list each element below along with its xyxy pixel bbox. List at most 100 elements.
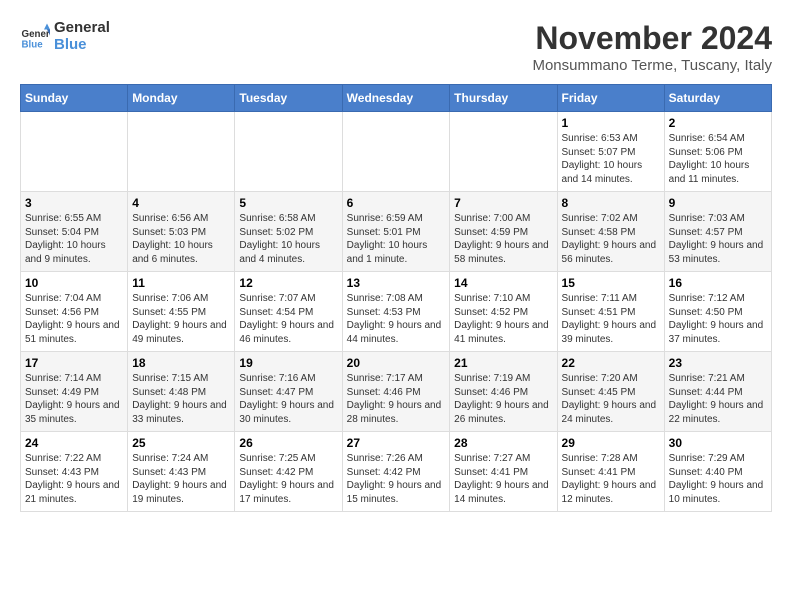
svg-text:Blue: Blue (22, 39, 44, 50)
day-number: 8 (562, 196, 660, 210)
day-info: Sunrise: 7:15 AM Sunset: 4:48 PM Dayligh… (132, 372, 230, 426)
day-of-week-header: Saturday (664, 85, 771, 112)
day-number: 28 (454, 436, 552, 450)
day-info: Sunrise: 7:27 AM Sunset: 4:41 PM Dayligh… (454, 452, 552, 506)
calendar-cell: 14Sunrise: 7:10 AM Sunset: 4:52 PM Dayli… (450, 272, 557, 352)
day-info: Sunrise: 7:12 AM Sunset: 4:50 PM Dayligh… (669, 292, 767, 346)
day-info: Sunrise: 7:19 AM Sunset: 4:46 PM Dayligh… (454, 372, 552, 426)
calendar-cell (450, 112, 557, 192)
calendar-cell: 25Sunrise: 7:24 AM Sunset: 4:43 PM Dayli… (128, 432, 235, 512)
day-number: 3 (25, 196, 123, 210)
day-number: 9 (669, 196, 767, 210)
day-number: 10 (25, 276, 123, 290)
day-of-week-header: Monday (128, 85, 235, 112)
day-info: Sunrise: 7:07 AM Sunset: 4:54 PM Dayligh… (239, 292, 337, 346)
location: Monsummano Terme, Tuscany, Italy (532, 57, 772, 74)
calendar-week-row: 24 Sunrise: 7:22 AM Sunset: 4:43 PM Dayli… (21, 432, 772, 512)
calendar-cell: 27 Sunrise: 7:26 AM Sunset: 4:42 PM Dayli… (342, 432, 450, 512)
day-info: Sunrise: 7:26 AM Sunset: 4:42 PM Dayligh… (347, 452, 446, 506)
day-number: 24 (25, 436, 123, 450)
day-number: 26 (239, 436, 337, 450)
day-number: 23 (669, 356, 767, 370)
day-number: 30 (669, 436, 767, 450)
calendar-cell: 5 Sunrise: 6:58 AM Sunset: 5:02 PM Daylig… (235, 192, 342, 272)
calendar-cell: 4 Sunrise: 6:56 AM Sunset: 5:03 PM Daylig… (128, 192, 235, 272)
day-info: Sunrise: 7:11 AM Sunset: 4:51 PM Dayligh… (562, 292, 660, 346)
day-number: 14 (454, 276, 552, 290)
calendar-cell: 18 Sunrise: 7:15 AM Sunset: 4:48 PM Dayli… (128, 352, 235, 432)
day-number: 17 (25, 356, 123, 370)
day-info: Sunrise: 7:29 AM Sunset: 4:40 PM Dayligh… (669, 452, 767, 506)
day-info: Sunrise: 7:04 AM Sunset: 4:56 PM Dayligh… (25, 292, 123, 346)
day-number: 18 (132, 356, 230, 370)
day-info: Sunrise: 7:00 AM Sunset: 4:59 PM Dayligh… (454, 212, 552, 266)
day-number: 29 (562, 436, 660, 450)
day-info: Sunrise: 7:22 AM Sunset: 4:43 PM Dayligh… (25, 452, 123, 506)
calendar-cell (21, 112, 128, 192)
title-block: November 2024 Monsummano Terme, Tuscany,… (532, 20, 772, 74)
logo-line1: General (54, 20, 110, 37)
day-number: 1 (562, 116, 660, 130)
day-number: 2 (669, 116, 767, 130)
day-number: 21 (454, 356, 552, 370)
calendar-cell: 19Sunrise: 7:16 AM Sunset: 4:47 PM Dayli… (235, 352, 342, 432)
calendar-body: 1Sunrise: 6:53 AM Sunset: 5:07 PM Daylig… (21, 112, 772, 512)
day-info: Sunrise: 6:59 AM Sunset: 5:01 PM Dayligh… (347, 212, 446, 266)
day-info: Sunrise: 6:54 AM Sunset: 5:06 PM Dayligh… (669, 132, 767, 186)
logo-line2: Blue (54, 37, 110, 54)
calendar-cell: 15Sunrise: 7:11 AM Sunset: 4:51 PM Dayli… (557, 272, 664, 352)
calendar-cell (342, 112, 450, 192)
day-info: Sunrise: 7:21 AM Sunset: 4:44 PM Dayligh… (669, 372, 767, 426)
day-number: 11 (132, 276, 230, 290)
calendar-cell: 9Sunrise: 7:03 AM Sunset: 4:57 PM Daylig… (664, 192, 771, 272)
day-info: Sunrise: 7:08 AM Sunset: 4:53 PM Dayligh… (347, 292, 446, 346)
day-info: Sunrise: 7:16 AM Sunset: 4:47 PM Dayligh… (239, 372, 337, 426)
day-number: 12 (239, 276, 337, 290)
day-info: Sunrise: 7:14 AM Sunset: 4:49 PM Dayligh… (25, 372, 123, 426)
logo-icon: General Blue (20, 22, 50, 52)
calendar-cell: 29 Sunrise: 7:28 AM Sunset: 4:41 PM Dayli… (557, 432, 664, 512)
day-of-week-header: Sunday (21, 85, 128, 112)
calendar-cell: 8 Sunrise: 7:02 AM Sunset: 4:58 PM Daylig… (557, 192, 664, 272)
calendar-cell: 6 Sunrise: 6:59 AM Sunset: 5:01 PM Daylig… (342, 192, 450, 272)
day-of-week-header: Wednesday (342, 85, 450, 112)
calendar-cell: 20Sunrise: 7:17 AM Sunset: 4:46 PM Dayli… (342, 352, 450, 432)
calendar-cell (128, 112, 235, 192)
day-number: 6 (347, 196, 446, 210)
day-number: 22 (562, 356, 660, 370)
svg-text:General: General (22, 29, 51, 40)
day-of-week-header: Friday (557, 85, 664, 112)
calendar-cell: 30 Sunrise: 7:29 AM Sunset: 4:40 PM Dayli… (664, 432, 771, 512)
calendar-cell: 13Sunrise: 7:08 AM Sunset: 4:53 PM Dayli… (342, 272, 450, 352)
day-of-week-header: Thursday (450, 85, 557, 112)
logo: General Blue General Blue (20, 20, 110, 53)
day-number: 5 (239, 196, 337, 210)
day-info: Sunrise: 7:24 AM Sunset: 4:43 PM Dayligh… (132, 452, 230, 506)
calendar-cell (235, 112, 342, 192)
day-number: 4 (132, 196, 230, 210)
day-of-week-header: Tuesday (235, 85, 342, 112)
calendar-cell: 22 Sunrise: 7:20 AM Sunset: 4:45 PM Dayli… (557, 352, 664, 432)
day-info: Sunrise: 7:02 AM Sunset: 4:58 PM Dayligh… (562, 212, 660, 266)
day-info: Sunrise: 7:06 AM Sunset: 4:55 PM Dayligh… (132, 292, 230, 346)
calendar-header-row: SundayMondayTuesdayWednesdayThursdayFrid… (21, 85, 772, 112)
calendar-cell: 24 Sunrise: 7:22 AM Sunset: 4:43 PM Dayli… (21, 432, 128, 512)
day-info: Sunrise: 7:20 AM Sunset: 4:45 PM Dayligh… (562, 372, 660, 426)
day-info: Sunrise: 7:28 AM Sunset: 4:41 PM Dayligh… (562, 452, 660, 506)
calendar-cell: 23 Sunrise: 7:21 AM Sunset: 4:44 PM Dayli… (664, 352, 771, 432)
calendar-week-row: 17 Sunrise: 7:14 AM Sunset: 4:49 PM Dayli… (21, 352, 772, 432)
day-info: Sunrise: 7:17 AM Sunset: 4:46 PM Dayligh… (347, 372, 446, 426)
calendar-cell: 10 Sunrise: 7:04 AM Sunset: 4:56 PM Dayli… (21, 272, 128, 352)
calendar-cell: 2 Sunrise: 6:54 AM Sunset: 5:06 PM Daylig… (664, 112, 771, 192)
calendar-week-row: 3Sunrise: 6:55 AM Sunset: 5:04 PM Daylig… (21, 192, 772, 272)
day-number: 27 (347, 436, 446, 450)
calendar-cell: 16Sunrise: 7:12 AM Sunset: 4:50 PM Dayli… (664, 272, 771, 352)
calendar-cell: 3Sunrise: 6:55 AM Sunset: 5:04 PM Daylig… (21, 192, 128, 272)
day-info: Sunrise: 6:58 AM Sunset: 5:02 PM Dayligh… (239, 212, 337, 266)
day-info: Sunrise: 6:56 AM Sunset: 5:03 PM Dayligh… (132, 212, 230, 266)
calendar-cell: 26Sunrise: 7:25 AM Sunset: 4:42 PM Dayli… (235, 432, 342, 512)
calendar-cell: 11 Sunrise: 7:06 AM Sunset: 4:55 PM Dayli… (128, 272, 235, 352)
month-year: November 2024 (532, 20, 772, 57)
calendar-week-row: 1Sunrise: 6:53 AM Sunset: 5:07 PM Daylig… (21, 112, 772, 192)
calendar-cell: 7Sunrise: 7:00 AM Sunset: 4:59 PM Daylig… (450, 192, 557, 272)
